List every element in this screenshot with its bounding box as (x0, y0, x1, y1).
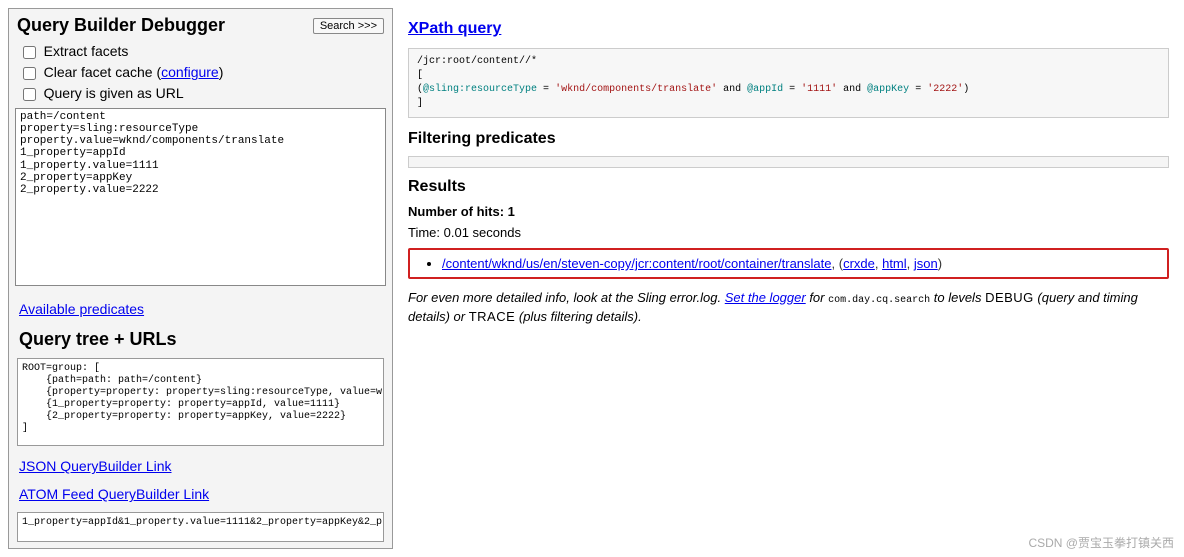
results-panel: XPath query /jcr:root/content//* [ (@sli… (400, 8, 1177, 329)
panel-title: Query Builder Debugger (17, 15, 225, 36)
xpath-line-3: (@sling:resourceType = 'wknd/components/… (417, 83, 1160, 97)
xpath-line-2: [ (417, 69, 1160, 83)
results-title: Results (408, 178, 1169, 196)
result-html-link[interactable]: html (882, 256, 907, 271)
json-querybuilder-link[interactable]: JSON QueryBuilder Link (9, 452, 392, 480)
configure-link[interactable]: configure (161, 64, 219, 80)
xpath-line-4: ] (417, 97, 1160, 111)
detail-note: For even more detailed info, look at the… (408, 289, 1169, 325)
params-box[interactable]: 1_property=appId&1_property.value=1111&2… (17, 512, 384, 542)
set-logger-link[interactable]: Set the logger (725, 290, 806, 305)
clear-facet-cache-checkbox[interactable] (23, 67, 36, 80)
result-path-link[interactable]: /content/wknd/us/en/steven-copy/jcr:cont… (442, 256, 832, 271)
filtering-predicates-bar (408, 156, 1169, 168)
atom-querybuilder-link[interactable]: ATOM Feed QueryBuilder Link (9, 480, 392, 508)
options-group: Extract facets Clear facet cache (config… (9, 38, 392, 108)
search-button[interactable]: Search >>> (313, 18, 384, 34)
extract-facets-label: Extract facets (44, 43, 129, 59)
query-as-url-checkbox[interactable] (23, 88, 36, 101)
clear-facet-cache-label: Clear facet cache (configure) (44, 64, 224, 80)
watermark-text: CSDN @贾宝玉拳打镇关西 (1028, 534, 1174, 551)
query-textarea[interactable] (15, 108, 386, 286)
xpath-line-1: /jcr:root/content//* (417, 55, 1160, 69)
query-builder-panel: Query Builder Debugger Search >>> Extrac… (8, 8, 393, 549)
time-label: Time: 0.01 seconds (408, 225, 1169, 240)
result-item: /content/wknd/us/en/steven-copy/jcr:cont… (442, 256, 1159, 271)
filtering-predicates-title: Filtering predicates (408, 130, 1169, 148)
extract-facets-checkbox[interactable] (23, 46, 36, 59)
query-tree-box[interactable]: ROOT=group: [ {path=path: path=/content}… (17, 358, 384, 446)
query-tree-title: Query tree + URLs (9, 323, 392, 354)
query-as-url-label: Query is given as URL (44, 85, 184, 101)
result-json-link[interactable]: json (914, 256, 938, 271)
xpath-code-block: /jcr:root/content//* [ (@sling:resourceT… (408, 48, 1169, 118)
xpath-query-title[interactable]: XPath query (408, 20, 1169, 38)
panel-header: Query Builder Debugger Search >>> (9, 9, 392, 38)
result-crxde-link[interactable]: crxde (843, 256, 875, 271)
hits-count: Number of hits: 1 (408, 204, 1169, 219)
available-predicates-link[interactable]: Available predicates (9, 295, 392, 323)
results-highlight-box: /content/wknd/us/en/steven-copy/jcr:cont… (408, 248, 1169, 279)
